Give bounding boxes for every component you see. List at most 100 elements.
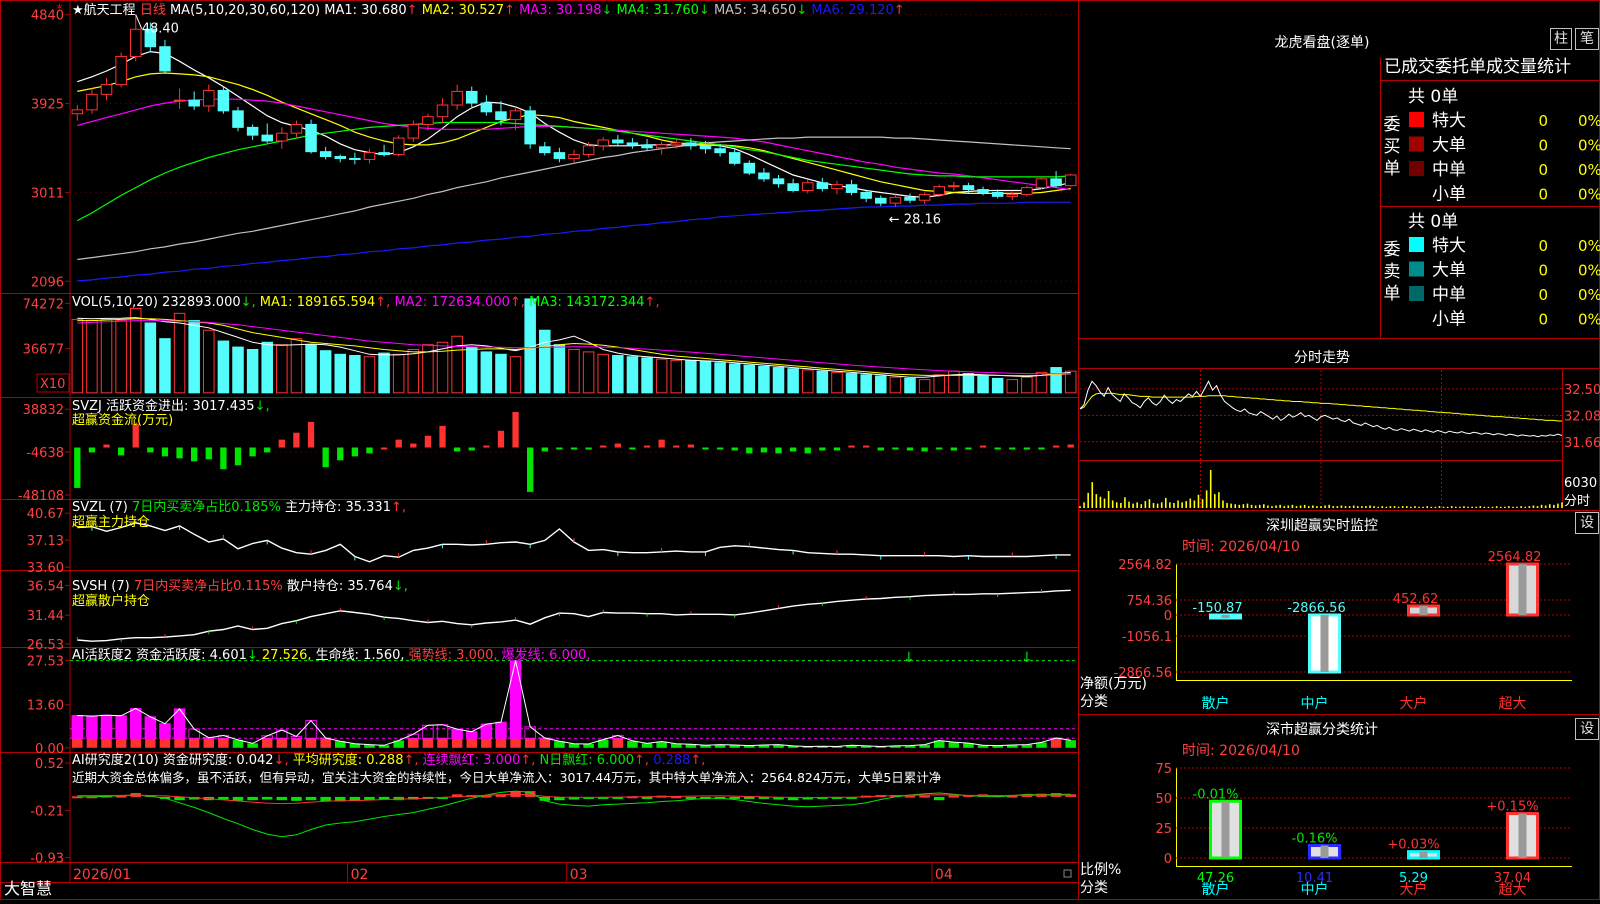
act-ylabel-1: 13.60	[27, 699, 64, 714]
svzj-bar	[980, 446, 986, 448]
svsh-ylabel-2: 26.53	[27, 638, 64, 653]
volume-bar	[992, 378, 1003, 392]
act-top-bar	[101, 715, 112, 738]
act-item-arrow-1: ,	[307, 648, 315, 663]
volume-bar	[700, 362, 711, 393]
szm-title: 深圳超赢实时监控	[1266, 517, 1378, 534]
buy-row-count-0: 0	[1538, 112, 1548, 130]
svzj-bar	[585, 448, 591, 450]
sell-row-pct-1: 0%	[1578, 262, 1600, 280]
svsh-title-row: SVSH (7) 7日内买卖净占比0.115% 散户持仓: 35.764↓,	[72, 578, 408, 594]
szc-ylabel-title: 比例%	[1080, 862, 1121, 878]
intraday-vol-unit: 分时	[1564, 494, 1590, 509]
price-title-row: ★航天工程 日线 MA(5,10,20,30,60,120) MA1: 30.6…	[72, 2, 905, 18]
svzj-bar	[1009, 448, 1015, 450]
sz-category-settings-button[interactable]: 设	[1575, 718, 1599, 740]
volume-bar	[335, 354, 346, 393]
res-bar	[247, 797, 258, 800]
sell-swatch-1	[1409, 262, 1424, 277]
svzj-bar	[279, 440, 285, 448]
volume-bar	[277, 345, 288, 393]
candle-body	[393, 138, 404, 155]
sell-row-count-3: 0	[1538, 311, 1548, 329]
res-item-4: 0.288	[653, 753, 690, 768]
szm-ylabel-1: 754.36	[1127, 594, 1173, 609]
tick-mode-button[interactable]: 笔	[1575, 28, 1599, 50]
buy-row-pct-2: 0%	[1578, 161, 1600, 179]
svzj-bar	[512, 412, 518, 447]
candle-body	[189, 100, 200, 106]
candle-body	[1022, 188, 1033, 195]
svzj-bar	[498, 431, 504, 448]
main-chart-canvas[interactable]: 484039253011209648.40← 28.16★航天工程 日线 MA(…	[0, 0, 1600, 900]
intraday-vol-tick: 6030	[1564, 476, 1597, 491]
svzj-bar	[249, 448, 255, 457]
svsh-subtitle: 超赢散户持仓	[72, 593, 150, 609]
sell-row-pct-2: 0%	[1578, 286, 1600, 304]
res-bar	[306, 797, 317, 800]
act-top-bar	[496, 722, 507, 738]
svzl-subtitle: 超赢主力持仓	[72, 514, 150, 530]
candle-body	[291, 124, 302, 133]
svzj-bar	[892, 448, 898, 450]
svzj-bar	[293, 433, 299, 448]
buy-swatch-2	[1409, 161, 1424, 176]
res-ylabel-2: -0.93	[30, 852, 64, 867]
bar-mode-button[interactable]: 柱	[1550, 28, 1572, 50]
szm-cat-0: 散户	[1202, 695, 1230, 712]
corner-mark: *	[56, 2, 63, 18]
sz-monitor-settings-button[interactable]: 设	[1575, 512, 1599, 534]
price-ma-arrow-0: ↑	[407, 3, 422, 18]
stock-name: 航天工程	[84, 2, 136, 18]
buy-row-count-2: 0	[1538, 161, 1548, 179]
act-base-bar	[496, 738, 507, 747]
szm-cat-2: 大户	[1400, 695, 1428, 712]
buy-row-name-0: 特大	[1432, 111, 1466, 131]
svzj-bar	[921, 448, 927, 452]
buy-swatch-0	[1409, 112, 1424, 127]
svzj-bar	[863, 446, 869, 448]
szm-bar-shade-2	[1420, 606, 1428, 615]
act-base-bar	[160, 738, 171, 747]
volume-bar	[744, 365, 755, 393]
sell-row-count-1: 0	[1538, 262, 1548, 280]
szc-ylabel-0: 75	[1155, 762, 1172, 777]
candle-body	[729, 153, 740, 164]
volume-bar	[613, 356, 624, 393]
candle-body	[525, 111, 536, 144]
szm-value-0: -150.87	[1192, 601, 1242, 616]
szm-value-1: -2866.56	[1287, 601, 1345, 616]
res-item-0: 资金研究度: 0.042	[163, 752, 274, 768]
res-bar	[729, 797, 740, 799]
act-base-bar	[262, 738, 273, 747]
candle-body	[247, 127, 258, 135]
volume-bar	[598, 354, 609, 393]
act-item-0: 资金活跃度: 4.601	[136, 647, 247, 663]
act-item-arrow-2: ,	[400, 648, 408, 663]
szm-ylabel-3: -1056.1	[1122, 630, 1172, 645]
res-title-row: AI研究度2(10) 资金研究度: 0.042↓, 平均研究度: 0.288↑,…	[72, 752, 705, 768]
volume-bar	[510, 357, 521, 393]
svzj-bar	[103, 445, 109, 448]
res-bar	[277, 797, 288, 800]
svzj-bar	[469, 448, 475, 451]
candle-body	[423, 117, 434, 125]
svzj-bar	[396, 440, 402, 448]
volume-bar	[905, 378, 916, 392]
svzj-ylabel-1: -4638	[26, 446, 64, 461]
res-item-arrow-3: ↑,	[634, 753, 653, 768]
candle-body	[627, 143, 638, 145]
candle-body	[452, 91, 463, 105]
szm-ylabel-2: 0	[1164, 609, 1172, 624]
act-base-bar	[408, 738, 419, 747]
candle-body	[1007, 194, 1018, 196]
volume-bar	[802, 370, 813, 393]
volume-bar	[963, 374, 974, 393]
volume-bar	[145, 323, 156, 393]
price-ma-value-5: MA6: 29.120	[811, 3, 893, 18]
svzj-bar	[439, 426, 445, 448]
volume-bar	[583, 352, 594, 393]
svzj-bar	[834, 448, 840, 451]
vol-title-row: VOL(5,10,20) 232893.000↓, MA1: 189165.59…	[72, 295, 660, 310]
szc-time: 时间: 2026/04/10	[1182, 743, 1300, 759]
